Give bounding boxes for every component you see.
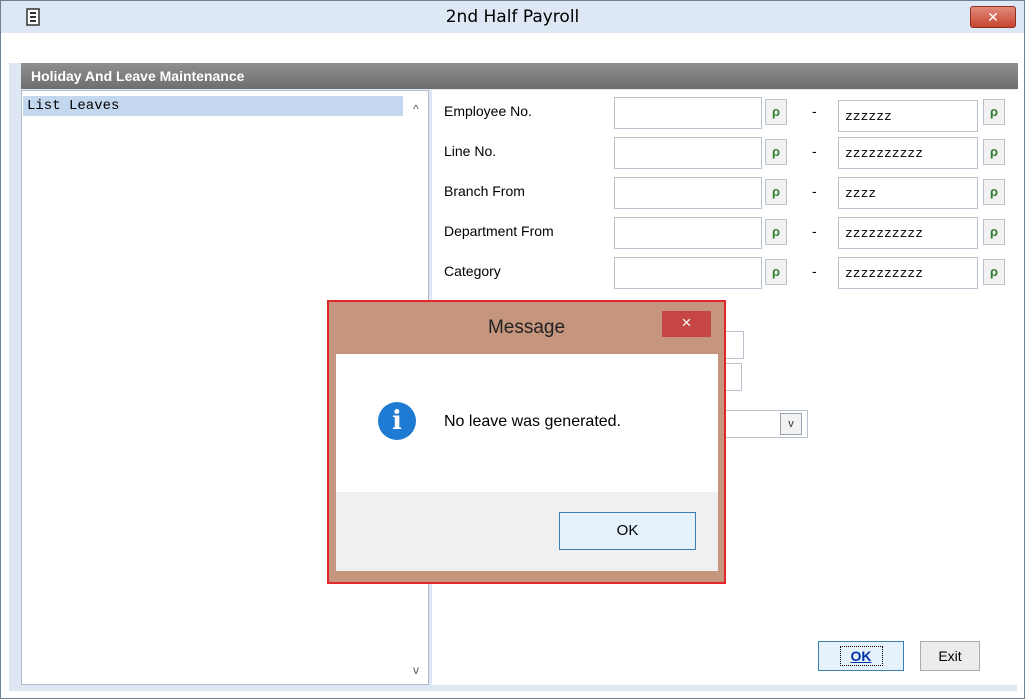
dialog-ok-button[interactable]: OK [559, 512, 696, 550]
branch-from-lookup-icon[interactable]: ρ [765, 179, 787, 205]
form-ok-button[interactable]: OK [818, 641, 904, 671]
window-titlebar: 2nd Half Payroll ✕ [1, 1, 1024, 33]
scroll-up-icon[interactable]: ^ [404, 99, 428, 119]
line-no-from-input[interactable] [614, 137, 762, 169]
payroll-window: 2nd Half Payroll ✕ Holiday And Leave Mai… [0, 0, 1025, 699]
line-no-to-lookup-icon[interactable]: ρ [983, 139, 1005, 165]
range-dash: - [812, 143, 817, 159]
message-dialog: Message × i No leave was generated. OK [327, 300, 726, 584]
category-from-input[interactable] [614, 257, 762, 289]
form-exit-button[interactable]: Exit [920, 641, 980, 671]
branch-to-lookup-icon[interactable]: ρ [983, 179, 1005, 205]
range-dash: - [812, 103, 817, 119]
category-to-lookup-icon[interactable]: ρ [983, 259, 1005, 285]
employee-no-from-input[interactable] [614, 97, 762, 129]
form-ok-label: OK [839, 646, 883, 666]
window-close-button[interactable]: ✕ [970, 6, 1016, 28]
employee-no-from-lookup-icon[interactable]: ρ [765, 99, 787, 125]
line-no-to-input[interactable]: zzzzzzzzzz [838, 137, 978, 169]
section-header: Holiday And Leave Maintenance [21, 63, 1018, 89]
window-title: 2nd Half Payroll [445, 7, 580, 27]
branch-from-input[interactable] [614, 177, 762, 209]
branch-from-label: Branch From [444, 183, 525, 199]
range-dash: - [812, 183, 817, 199]
category-from-lookup-icon[interactable]: ρ [765, 259, 787, 285]
list-item[interactable]: List Leaves [23, 96, 403, 116]
dialog-titlebar: Message × [329, 302, 724, 354]
info-icon: i [378, 402, 416, 440]
dialog-body: i No leave was generated. [336, 354, 718, 492]
department-from-lookup-icon[interactable]: ρ [765, 219, 787, 245]
line-no-from-lookup-icon[interactable]: ρ [765, 139, 787, 165]
employee-no-to-input[interactable]: zzzzzz [838, 100, 978, 132]
employee-no-to-lookup-icon[interactable]: ρ [983, 99, 1005, 125]
category-label: Category [444, 263, 501, 279]
dialog-close-button[interactable]: × [662, 311, 711, 337]
branch-to-input[interactable]: zzzz [838, 177, 978, 209]
range-dash: - [812, 223, 817, 239]
chevron-down-icon[interactable]: v [780, 413, 802, 435]
department-from-input[interactable] [614, 217, 762, 249]
department-to-lookup-icon[interactable]: ρ [983, 219, 1005, 245]
line-no-label: Line No. [444, 143, 497, 159]
range-dash: - [812, 263, 817, 279]
dialog-footer: OK [336, 492, 718, 571]
department-to-input[interactable]: zzzzzzzzzz [838, 217, 978, 249]
employee-no-label: Employee No. [444, 103, 532, 119]
dialog-message: No leave was generated. [444, 413, 621, 430]
scroll-down-icon[interactable]: v [404, 660, 428, 680]
category-to-input[interactable]: zzzzzzzzzz [838, 257, 978, 289]
department-from-label: Department From [444, 223, 554, 239]
